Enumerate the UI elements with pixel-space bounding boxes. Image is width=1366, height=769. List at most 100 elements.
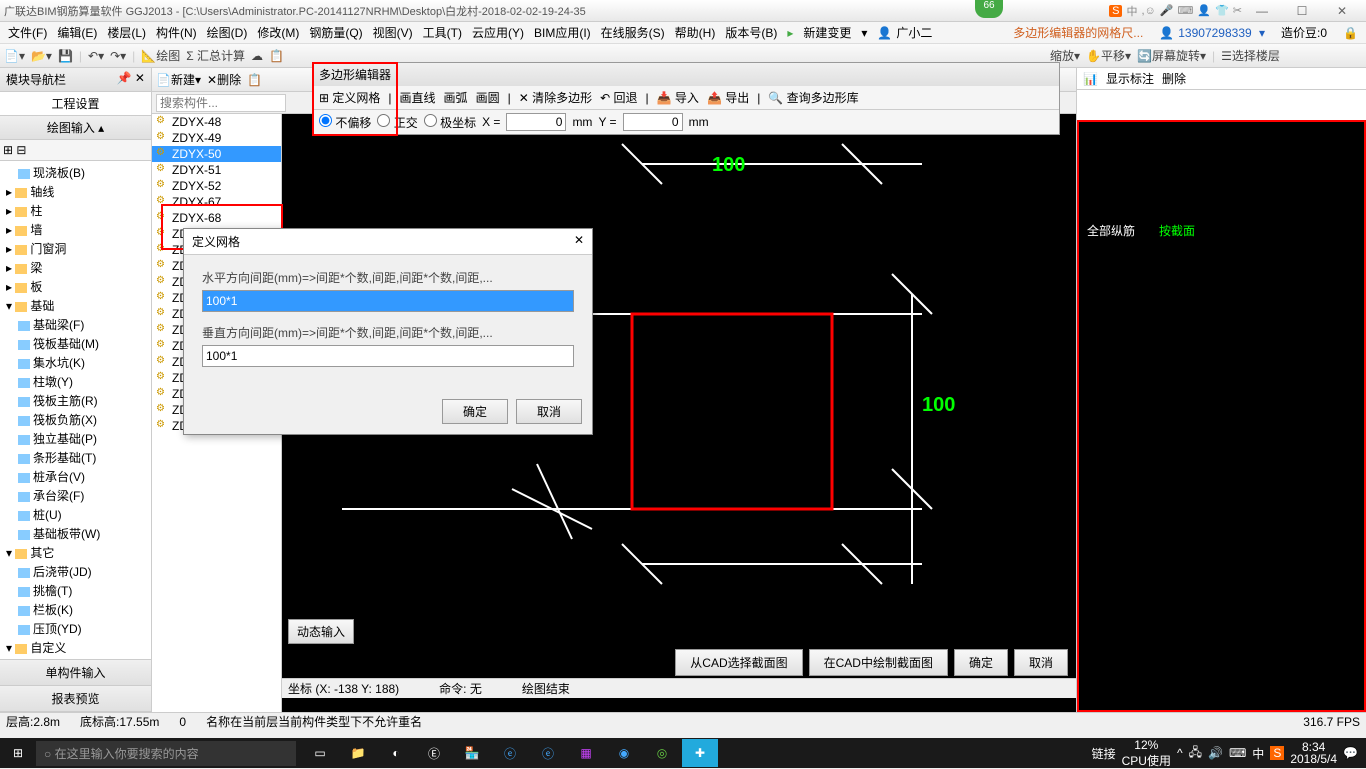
ok-btn[interactable]: 确定: [954, 649, 1008, 676]
list-item[interactable]: ZDYX-49: [152, 130, 281, 146]
tree-node[interactable]: 后浇带(JD): [2, 562, 149, 581]
dlg-cancel[interactable]: 取消: [516, 399, 582, 424]
min-button[interactable]: —: [1242, 4, 1282, 18]
export-btn[interactable]: 📤 导出: [707, 89, 749, 106]
list-item[interactable]: ZDYX-48: [152, 114, 281, 130]
open-icon[interactable]: 📂▾: [31, 49, 52, 63]
tree-node[interactable]: ▸ 轴线: [2, 182, 149, 201]
pan-btn[interactable]: ✋平移▾: [1086, 47, 1131, 64]
tb-task[interactable]: ▭: [302, 739, 338, 767]
menu-version[interactable]: 版本号(B): [721, 22, 781, 43]
menu-draw[interactable]: 绘图(D): [203, 22, 252, 43]
tree-node[interactable]: 集水坑(K): [2, 353, 149, 372]
tray-ime[interactable]: 中: [1252, 745, 1264, 762]
draw-arc-btn[interactable]: 画弧: [444, 89, 468, 106]
dynamic-input[interactable]: 动态输入: [288, 619, 354, 644]
taskbar[interactable]: ⊞ ○ 在这里输入你要搜索的内容 ▭ 📁 ◐ Ⓔ 🏪 ⓔ ⓔ ▦ ◉ ◎ ✚ 链…: [0, 738, 1366, 768]
tab-project[interactable]: 工程设置: [0, 92, 151, 116]
tray-vol[interactable]: 🔊: [1208, 746, 1223, 760]
menu-edit[interactable]: 编辑(E): [53, 22, 101, 43]
tb-app5[interactable]: ◉: [606, 739, 642, 767]
tab-draw[interactable]: 绘图输入 ▴: [0, 116, 151, 140]
start-button[interactable]: ⊞: [0, 746, 36, 760]
copy-icon[interactable]: 📋: [247, 73, 262, 87]
tree-node[interactable]: 桩承台(V): [2, 467, 149, 486]
tree-node[interactable]: 基础板带(W): [2, 524, 149, 543]
x-input[interactable]: [506, 113, 566, 131]
redo-icon[interactable]: ↷▾: [110, 49, 126, 63]
tree-node[interactable]: 桩(U): [2, 505, 149, 524]
tree-node[interactable]: 承台梁(F): [2, 486, 149, 505]
menu-online[interactable]: 在线服务(S): [597, 22, 669, 43]
phone[interactable]: 👤13907298339 ▾: [1155, 24, 1269, 42]
h-input[interactable]: [202, 290, 574, 312]
tree-node[interactable]: 筏板基础(M): [2, 334, 149, 353]
menu-bim[interactable]: BIM应用(I): [530, 22, 595, 43]
menu-component[interactable]: 构件(N): [152, 22, 201, 43]
section-canvas[interactable]: 全部纵筋 按截面: [1077, 120, 1366, 712]
tray-net[interactable]: 🖧: [1189, 743, 1202, 764]
show-dim-icon[interactable]: 📊: [1083, 72, 1098, 86]
tree-node[interactable]: ▾ 其它: [2, 543, 149, 562]
menu-modify[interactable]: 修改(M): [253, 22, 303, 43]
undo-icon[interactable]: ↶▾: [88, 49, 104, 63]
taskbar-search[interactable]: ○ 在这里输入你要搜索的内容: [36, 741, 296, 766]
tb-edge[interactable]: ⓔ: [492, 739, 528, 767]
undo-poly-btn[interactable]: ↶ 回退: [600, 89, 637, 106]
tb-ie[interactable]: ⓔ: [530, 739, 566, 767]
tree-node[interactable]: 柱墩(Y): [2, 372, 149, 391]
tree-node[interactable]: 压顶(YD): [2, 619, 149, 638]
draw-circle-btn[interactable]: 画圆: [476, 89, 500, 106]
import-btn[interactable]: 📥 导入: [657, 89, 699, 106]
tray-notif[interactable]: 💬: [1343, 746, 1358, 760]
new-icon[interactable]: 📄▾: [4, 49, 25, 63]
dlg-close[interactable]: ✕: [574, 233, 584, 250]
tb-app1[interactable]: ◐: [378, 739, 414, 767]
list-item[interactable]: ZDYX-68: [152, 210, 281, 226]
tree-node[interactable]: 现浇板(B): [2, 163, 149, 182]
tray-s[interactable]: S: [1270, 746, 1284, 760]
tree-node[interactable]: 条形基础(T): [2, 448, 149, 467]
menu-cloud[interactable]: 云应用(Y): [468, 22, 528, 43]
pin-icon[interactable]: 📌 ✕: [117, 71, 145, 88]
new-change[interactable]: 新建变更: [799, 22, 855, 43]
tree-node[interactable]: 独立基础(P): [2, 429, 149, 448]
tb-app4[interactable]: ▦: [568, 739, 604, 767]
tray-clock[interactable]: 8:342018/5/4: [1290, 741, 1337, 765]
clear-poly-btn[interactable]: ✕ 清除多边形: [519, 89, 592, 106]
report-preview[interactable]: 报表预览: [0, 686, 151, 712]
tree-node[interactable]: 栏板(K): [2, 600, 149, 619]
no-offset-radio[interactable]: 不偏移: [319, 114, 371, 131]
menu-view[interactable]: 视图(V): [369, 22, 417, 43]
single-input[interactable]: 单构件输入: [0, 660, 151, 686]
expand-icon[interactable]: ⊞: [3, 143, 13, 157]
tree-node[interactable]: ▸ 板: [2, 277, 149, 296]
ime-bar[interactable]: S 中,☺🎤⌨👤👕✂: [1109, 3, 1242, 19]
close-button[interactable]: ✕: [1322, 4, 1362, 18]
cancel-btn[interactable]: 取消: [1014, 649, 1068, 676]
tray-up[interactable]: ^: [1177, 746, 1183, 760]
tree-node[interactable]: ▸ 墙: [2, 220, 149, 239]
tray-kb[interactable]: ⌨: [1229, 746, 1246, 760]
menu-rebar[interactable]: 钢筋量(Q): [305, 22, 366, 43]
query-btn[interactable]: 🔍 查询多边形库: [768, 89, 858, 106]
list-item[interactable]: ZDYX-52: [152, 178, 281, 194]
dlg-ok[interactable]: 确定: [442, 399, 508, 424]
tree-node[interactable]: ▸ 柱: [2, 201, 149, 220]
tree-node[interactable]: 筏板主筋(R): [2, 391, 149, 410]
cloud-icon[interactable]: ☁: [251, 49, 263, 63]
tree-node[interactable]: 基础梁(F): [2, 315, 149, 334]
menu-file[interactable]: 文件(F): [4, 22, 51, 43]
tb-app3[interactable]: 🏪: [454, 739, 490, 767]
tray-link[interactable]: 链接: [1092, 745, 1116, 762]
rotate-btn[interactable]: 🔄屏幕旋转▾: [1137, 47, 1206, 64]
y-input[interactable]: [623, 113, 683, 131]
tb-app7[interactable]: ✚: [682, 739, 718, 767]
tree-node[interactable]: ▸ 梁: [2, 258, 149, 277]
tree-node[interactable]: 筏板负筋(X): [2, 410, 149, 429]
list-item[interactable]: ZDYX-67: [152, 194, 281, 210]
sum-btn[interactable]: Σ 汇总计算: [186, 47, 245, 64]
draw-cad-btn[interactable]: 在CAD中绘制截面图: [809, 649, 948, 676]
tree-node[interactable]: ▾ 基础: [2, 296, 149, 315]
list-item[interactable]: ZDYX-51: [152, 162, 281, 178]
